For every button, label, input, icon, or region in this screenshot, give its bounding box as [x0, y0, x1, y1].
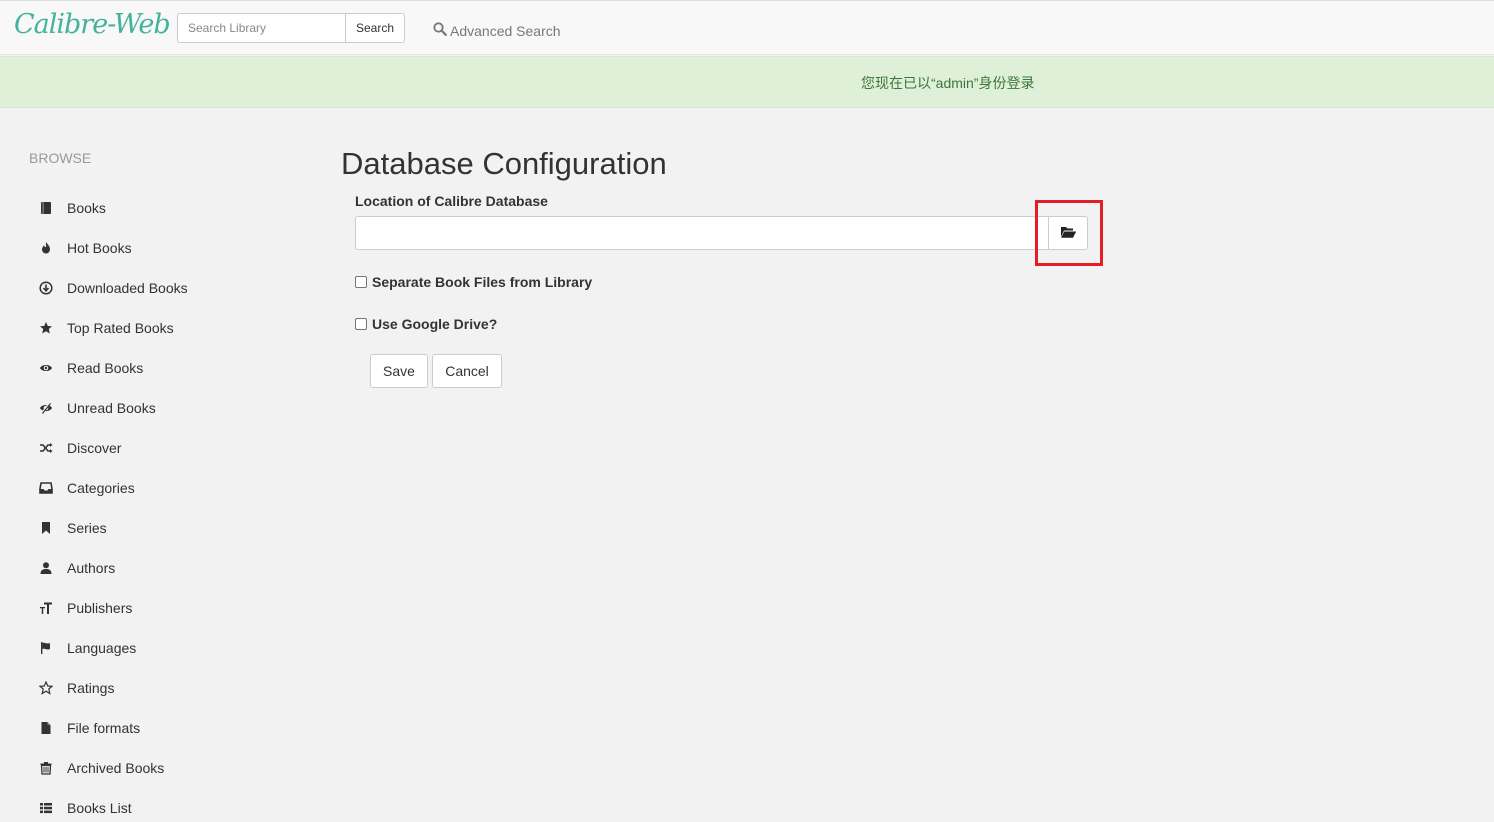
- advanced-search-link[interactable]: Advanced Search: [433, 22, 561, 39]
- google-drive-checkbox[interactable]: [355, 318, 367, 330]
- sidebar-item-label: Ratings: [67, 680, 115, 696]
- sidebar-item-categories[interactable]: Categories: [38, 478, 135, 498]
- calibre-web-logo[interactable]: Calibre-Web: [14, 9, 171, 40]
- sidebar-item-label: File formats: [67, 720, 141, 736]
- sidebar-item-read-books[interactable]: Read Books: [38, 358, 143, 378]
- text-size-icon: [38, 600, 54, 616]
- sidebar-item-archived-books[interactable]: Archived Books: [38, 758, 164, 778]
- sidebar-item-series[interactable]: Series: [38, 518, 107, 538]
- sidebar-item-label: Top Rated Books: [67, 320, 174, 336]
- sidebar-item-unread-books[interactable]: Unread Books: [38, 398, 156, 418]
- sidebar-item-downloaded-books[interactable]: Downloaded Books: [38, 278, 188, 298]
- top-navbar: Calibre-Web Search Advanced Search: [0, 0, 1494, 55]
- alert-message: 您现在已以“admin”身份登录: [861, 75, 1035, 91]
- sidebar-item-file-formats[interactable]: File formats: [38, 718, 140, 738]
- sidebar-item-label: Read Books: [67, 360, 144, 376]
- sidebar-item-label: Publishers: [67, 600, 133, 616]
- sidebar-item-publishers[interactable]: Publishers: [38, 598, 132, 618]
- file-icon: [38, 720, 54, 736]
- sidebar-item-languages[interactable]: Languages: [38, 638, 136, 658]
- cancel-button[interactable]: Cancel: [432, 354, 502, 388]
- sidebar-item-label: Books List: [67, 800, 132, 816]
- sidebar-item-label: Languages: [67, 640, 137, 656]
- sidebar-item-discover[interactable]: Discover: [38, 438, 121, 458]
- inbox-icon: [38, 480, 54, 496]
- flag-icon: [38, 640, 54, 656]
- separate-files-label: Separate Book Files from Library: [372, 274, 593, 290]
- user-icon: [38, 560, 54, 576]
- sidebar-item-label: Discover: [67, 440, 122, 456]
- bookmark-icon: [38, 520, 54, 536]
- sidebar-item-top-rated-books[interactable]: Top Rated Books: [38, 318, 174, 338]
- shuffle-icon: [38, 440, 54, 456]
- download-circle-icon: [38, 280, 54, 296]
- sidebar-item-label: Series: [67, 520, 107, 536]
- db-location-input[interactable]: [355, 216, 1049, 250]
- sidebar-item-authors[interactable]: Authors: [38, 558, 115, 578]
- sidebar-item-label: Downloaded Books: [67, 280, 188, 296]
- eye-icon: [38, 360, 54, 376]
- save-button[interactable]: Save: [370, 354, 428, 388]
- sidebar-item-books-list[interactable]: Books List: [38, 798, 132, 818]
- search-button[interactable]: Search: [345, 13, 406, 43]
- advanced-search-label: Advanced Search: [450, 22, 561, 39]
- sidebar-item-label: Authors: [67, 560, 116, 576]
- star-icon: [38, 320, 54, 336]
- sidebar-item-label: Books: [67, 200, 106, 216]
- sidebar-item-label: Hot Books: [67, 240, 132, 256]
- eye-slash-icon: [38, 400, 54, 416]
- separate-files-option[interactable]: Separate Book Files from Library: [355, 274, 592, 290]
- google-drive-label: Use Google Drive?: [372, 316, 498, 332]
- sidebar-item-hot-books[interactable]: Hot Books: [38, 238, 132, 258]
- search-form: Search: [177, 13, 406, 43]
- search-input[interactable]: [177, 13, 345, 43]
- sidebar-item-books[interactable]: Books: [38, 198, 106, 218]
- highlight-annotation: [1035, 200, 1103, 266]
- search-icon: [433, 22, 447, 39]
- sidebar-header: BROWSE: [29, 150, 92, 166]
- sidebar-item-ratings[interactable]: Ratings: [38, 678, 114, 698]
- star-outline-icon: [38, 680, 54, 696]
- google-drive-option[interactable]: Use Google Drive?: [355, 316, 497, 332]
- fire-icon: [38, 240, 54, 256]
- db-location-label: Location of Calibre Database: [355, 193, 548, 209]
- sidebar-item-label: Unread Books: [67, 400, 156, 416]
- book-icon: [38, 200, 54, 216]
- sidebar-item-label: Archived Books: [67, 760, 165, 776]
- login-alert: 您现在已以“admin”身份登录: [0, 56, 1494, 108]
- list-icon: [38, 800, 54, 816]
- separate-files-checkbox[interactable]: [355, 276, 367, 288]
- sidebar-item-label: Categories: [67, 480, 135, 496]
- trash-icon: [38, 760, 54, 776]
- page-title: Database Configuration: [341, 146, 667, 181]
